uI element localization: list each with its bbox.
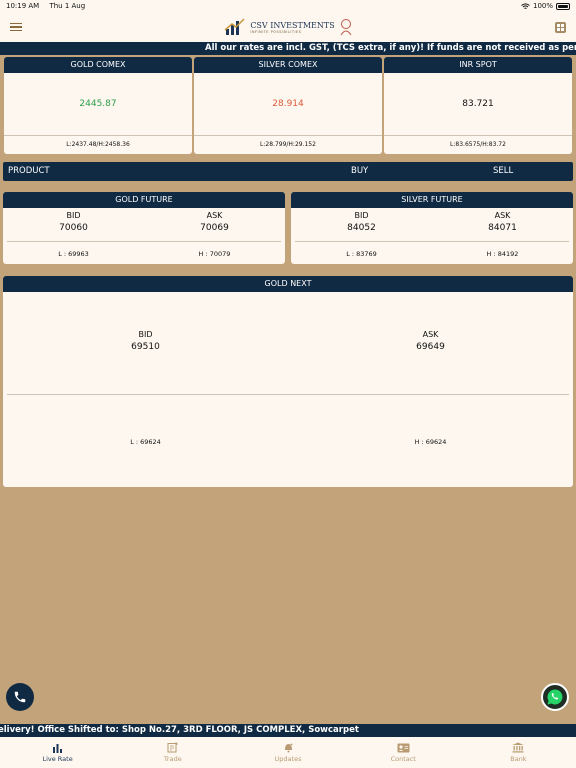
menu-icon[interactable] [10, 22, 22, 32]
app-header: CSV INVESTMENTS INFINITE POSSIBILITIES [0, 12, 576, 42]
bottom-marquee-text: elivery! Office Shifted to: Shop No.27, … [0, 725, 359, 735]
bid-label: BID [66, 211, 81, 220]
deity-emblem-icon [340, 19, 352, 36]
product-label: PRODUCT [8, 166, 50, 176]
wifi-icon [521, 2, 530, 9]
grid-icon[interactable] [555, 21, 566, 33]
gold-comex-value: 2445.87 [4, 73, 192, 136]
gold-next-card: GOLD NEXT BID 69510 ASK 69649 L : 69624 … [3, 276, 573, 487]
silver-comex-range: L:28.799/H:29.152 [260, 141, 316, 148]
silver-future-bid-value: 84052 [347, 223, 376, 233]
gold-future-bid: BID 70060 [3, 208, 144, 241]
gold-future-card: GOLD FUTURE BID 70060 ASK 70069 L : 6996… [3, 192, 285, 264]
battery-icon [556, 2, 570, 10]
tab-bank-label: Bank [510, 755, 527, 763]
brand-tagline: INFINITE POSSIBILITIES [250, 29, 302, 34]
ask-label: ASK [422, 330, 439, 339]
silver-comex-title: SILVER COMEX [194, 57, 382, 73]
status-time: 10:19 AM [6, 2, 40, 10]
inr-spot-title: INR SPOT [384, 57, 572, 73]
inr-spot-value: 83.721 [384, 73, 572, 136]
bar-chart-icon [53, 743, 63, 753]
silver-comex-card: SILVER COMEX 28.914 L:28.799/H:29.152 [194, 57, 382, 154]
gold-future-bid-value: 70060 [59, 223, 88, 233]
gold-next-bid-value: 69510 [131, 342, 160, 352]
product-header-bar: PRODUCT BUY SELL [3, 162, 573, 181]
tab-live-rate-label: Live Rate [42, 754, 73, 763]
contact-icon [397, 743, 410, 752]
top-marquee: All our rates are incl. GST, (TCS extra,… [0, 42, 576, 55]
gold-future-title: GOLD FUTURE [3, 192, 285, 208]
tab-updates[interactable]: Updates [230, 737, 345, 768]
battery-percent: 100% [532, 2, 553, 10]
gold-next-low: L : 69624 [130, 437, 161, 446]
status-bar: 10:19 AM Thu 1 Aug 100% [0, 0, 576, 12]
gold-next-title: GOLD NEXT [3, 276, 573, 292]
gold-next-ask-value: 69649 [416, 342, 445, 352]
gold-future-ask-value: 70069 [200, 223, 229, 233]
brand-logo: CSV INVESTMENTS INFINITE POSSIBILITIES [224, 18, 352, 36]
ask-label: ASK [494, 211, 511, 220]
phone-icon [14, 691, 26, 703]
tab-trade-label: Trade [163, 755, 182, 763]
bid-label: BID [138, 330, 153, 339]
whatsapp-icon [547, 689, 563, 705]
gold-comex-card: GOLD COMEX 2445.87 L:2437.48/H:2458.36 [4, 57, 192, 154]
tab-contact[interactable]: Contact [346, 737, 461, 768]
bottom-marquee: elivery! Office Shifted to: Shop No.27, … [0, 724, 576, 737]
top-marquee-text: All our rates are incl. GST, (TCS extra,… [205, 43, 576, 53]
gold-comex-title: GOLD COMEX [4, 57, 192, 73]
gold-future-low: L : 69963 [58, 249, 89, 258]
gold-future-high: H : 70079 [198, 249, 231, 258]
brand-name: CSV INVESTMENTS [250, 20, 335, 30]
bank-icon [512, 742, 524, 753]
silver-future-high: H : 84192 [486, 249, 519, 258]
tab-contact-label: Contact [390, 754, 416, 763]
silver-future-bid: BID 84052 [291, 208, 432, 241]
tab-bank[interactable]: Bank [461, 737, 576, 768]
tab-live-rate[interactable]: Live Rate [0, 737, 115, 768]
tab-trade[interactable]: Trade [115, 737, 230, 768]
buy-label: BUY [351, 166, 369, 176]
status-date: Thu 1 Aug [49, 2, 86, 10]
silver-comex-value: 28.914 [194, 73, 382, 136]
call-button[interactable] [6, 683, 34, 711]
silver-future-low: L : 83769 [346, 249, 377, 258]
inr-spot-range: L:83.6575/H:83.72 [450, 141, 506, 148]
silver-future-card: SILVER FUTURE BID 84052 ASK 84071 L : 83… [291, 192, 573, 264]
gold-comex-range: L:2437.48/H:2458.36 [66, 141, 130, 148]
sell-label: SELL [493, 166, 514, 176]
trade-icon [167, 742, 178, 753]
bid-label: BID [354, 211, 369, 220]
ask-label: ASK [206, 211, 223, 220]
inr-spot-card: INR SPOT 83.721 L:83.6575/H:83.72 [384, 57, 572, 154]
tab-updates-label: Updates [274, 755, 302, 763]
updates-icon [284, 743, 292, 753]
status-right: 100% [521, 0, 570, 12]
silver-future-ask-value: 84071 [488, 223, 517, 233]
silver-future-title: SILVER FUTURE [291, 192, 573, 208]
whatsapp-button[interactable] [541, 683, 569, 711]
gold-future-ask: ASK 70069 [144, 208, 285, 241]
status-left: 10:19 AM Thu 1 Aug [6, 0, 93, 12]
gold-next-ask: ASK 69649 [288, 292, 573, 394]
gold-next-bid: BID 69510 [3, 292, 288, 394]
logo-chart-icon [224, 18, 245, 35]
gold-next-high: H : 69624 [414, 437, 447, 446]
bottom-tab-bar: Live Rate Trade Updates Contact Bank [0, 737, 576, 768]
silver-future-ask: ASK 84071 [432, 208, 573, 241]
